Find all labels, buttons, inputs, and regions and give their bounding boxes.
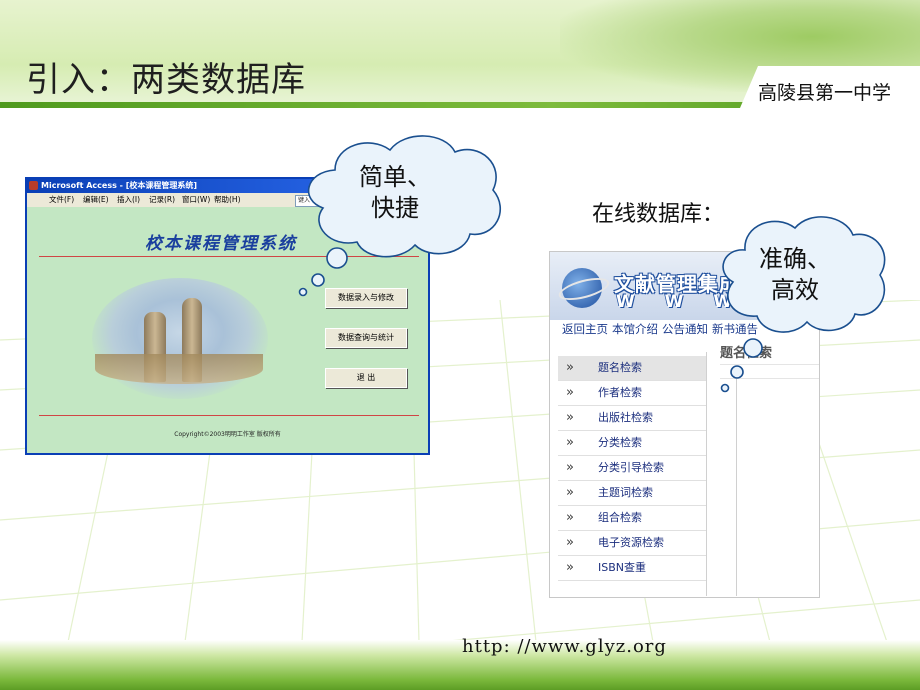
- data-query-button[interactable]: 数据查询与统计: [325, 328, 407, 348]
- search-menu-item[interactable]: » 组合检索: [558, 506, 706, 531]
- school-name: 高陵县第一中学: [758, 82, 892, 104]
- menu-edit[interactable]: 编辑(E): [83, 193, 109, 207]
- search-menu-item[interactable]: » 分类检索: [558, 431, 706, 456]
- cloud-text-line: 简单、: [359, 163, 431, 191]
- search-menu-item[interactable]: » 出版社检索: [558, 406, 706, 431]
- copyright-text: Copyright©2003明明工作室 版权所有: [174, 431, 281, 438]
- search-menu-item[interactable]: » ISBN查重: [558, 556, 706, 581]
- menu-insert[interactable]: 插入(I): [117, 193, 140, 207]
- search-menu-label: 作者检索: [598, 386, 642, 399]
- double-chevron-icon: »: [566, 560, 574, 575]
- cloud-text-line: 高效: [771, 276, 819, 304]
- double-chevron-icon: »: [566, 385, 574, 400]
- menu-file[interactable]: 文件(F): [49, 193, 74, 207]
- search-menu-label: ISBN查重: [598, 561, 647, 574]
- double-chevron-icon: »: [566, 435, 574, 450]
- double-chevron-icon: »: [566, 360, 574, 375]
- cloud-text-line: 快捷: [371, 194, 419, 222]
- access-app-icon: [29, 181, 38, 190]
- search-menu-label: 分类检索: [598, 436, 642, 449]
- nav-notice-link[interactable]: 公告通知: [662, 320, 708, 338]
- double-chevron-icon: »: [566, 410, 574, 425]
- exit-button[interactable]: 退 出: [325, 368, 407, 388]
- search-menu-label: 电子资源检索: [598, 536, 664, 549]
- search-menu-item[interactable]: » 主题词检索: [558, 481, 706, 506]
- form-divider-bottom: [39, 415, 419, 416]
- menu-records[interactable]: 记录(R): [149, 193, 175, 207]
- double-chevron-icon: »: [566, 510, 574, 525]
- search-menu-label: 出版社检索: [598, 411, 653, 424]
- form-title: 校本课程管理系统: [145, 234, 297, 254]
- search-menu-item[interactable]: » 作者检索: [558, 381, 706, 406]
- footer-band: [0, 640, 920, 690]
- search-menu-item[interactable]: » 电子资源检索: [558, 531, 706, 556]
- search-menu-label: 题名检索: [598, 361, 642, 374]
- access-title-text: Microsoft Access - [校本课程管理系统]: [41, 181, 198, 190]
- nav-home-link[interactable]: 返回主页: [562, 320, 608, 338]
- menu-help[interactable]: 帮助(H): [214, 193, 241, 207]
- search-menu: » 题名检索 » 作者检索 » 出版社检索 » 分类检索 » 分类引导检索 » 主题词检索 …: [558, 352, 707, 596]
- online-database-label: 在线数据库：: [592, 202, 725, 227]
- cloud-text-line: 准确、: [759, 245, 831, 273]
- search-menu-item[interactable]: » 分类引导检索: [558, 456, 706, 481]
- search-menu-item[interactable]: » 题名检索: [558, 356, 706, 381]
- double-chevron-icon: »: [566, 460, 574, 475]
- nav-about-link[interactable]: 本馆介绍: [612, 320, 658, 338]
- menu-window[interactable]: 窗口(W): [182, 193, 210, 207]
- double-chevron-icon: »: [566, 535, 574, 550]
- slide-title: 引入：两类数据库: [26, 60, 306, 100]
- search-menu-label: 组合检索: [598, 511, 642, 524]
- results-divider: [736, 378, 737, 596]
- footer-url-link[interactable]: http: //www.glyz.org: [462, 636, 667, 657]
- photo-ground: [95, 354, 263, 384]
- search-menu-label: 分类引导检索: [598, 461, 664, 474]
- double-chevron-icon: »: [566, 485, 574, 500]
- search-menu-label: 主题词检索: [598, 486, 653, 499]
